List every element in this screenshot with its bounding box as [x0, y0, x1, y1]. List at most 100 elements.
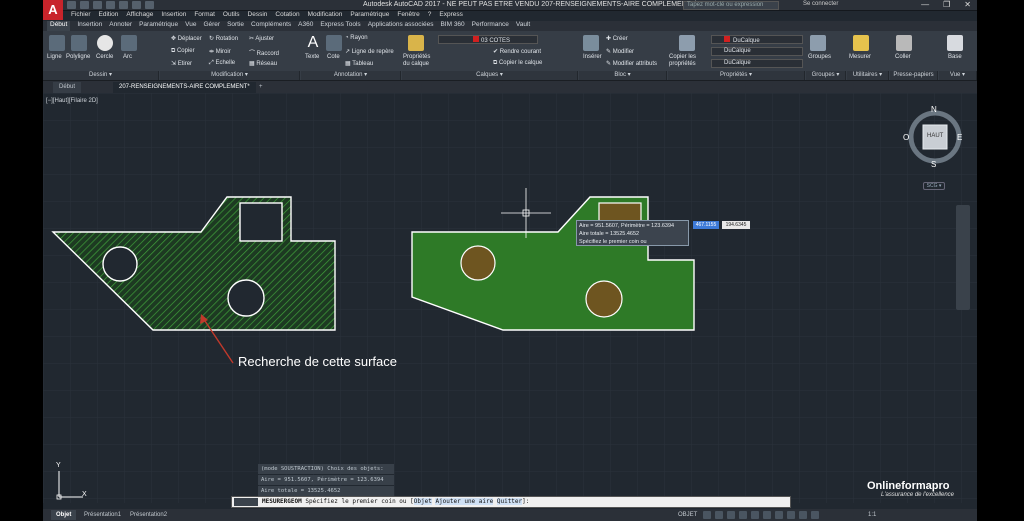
tab-start[interactable]: Début: [53, 82, 82, 93]
save-icon[interactable]: [93, 1, 102, 9]
saveas-icon[interactable]: [106, 1, 115, 9]
polyline-button[interactable]: Polyligne: [66, 54, 90, 60]
snap-toggle-icon[interactable]: [715, 511, 723, 519]
compass-west[interactable]: O: [903, 133, 909, 142]
copy-layer-button[interactable]: ⧉ Copier le calque: [493, 60, 542, 67]
tab-bim360[interactable]: BIM 360: [440, 21, 464, 31]
option-quitter[interactable]: Quitter: [496, 498, 523, 505]
match-properties-button[interactable]: Copier les propriétés: [669, 54, 705, 68]
menu-express[interactable]: Express: [439, 11, 462, 21]
quick-access-toolbar[interactable]: [67, 1, 154, 9]
arc-icon[interactable]: [121, 35, 137, 51]
tab-drawing[interactable]: 207-RENSEIGNEMENTS-AIRE COMPLEMENT*: [113, 82, 256, 93]
group-icon[interactable]: [810, 35, 826, 51]
tab-vue[interactable]: Vue: [185, 21, 196, 31]
dimension-icon[interactable]: [326, 35, 342, 51]
layer-properties-icon[interactable]: [408, 35, 424, 51]
insert-button[interactable]: Insérer: [583, 54, 602, 60]
circle-hole-large[interactable]: [227, 279, 265, 317]
trim-button[interactable]: ✂ Ajuster: [249, 35, 274, 42]
paste-icon[interactable]: [896, 35, 912, 51]
panel-proprietes-title[interactable]: Propriétés ▾: [668, 71, 805, 80]
base-button[interactable]: Base: [948, 54, 962, 60]
undo-icon[interactable]: [132, 1, 141, 9]
grid-toggle-icon[interactable]: [703, 511, 711, 519]
match-properties-icon[interactable]: [679, 35, 695, 51]
tab-insertion[interactable]: Insertion: [77, 21, 102, 31]
search-input[interactable]: Tapez mot-clé ou expression: [683, 1, 779, 10]
edit-block-button[interactable]: ✎ Modifier: [606, 48, 634, 55]
menu-aide[interactable]: ?: [428, 11, 432, 21]
tab-annoter[interactable]: Annoter: [109, 21, 132, 31]
menu-outils[interactable]: Outils: [223, 11, 240, 21]
menu-parametrique[interactable]: Paramétrique: [350, 11, 389, 21]
dimension-button[interactable]: Cote: [327, 54, 340, 60]
text-icon[interactable]: A: [305, 35, 321, 51]
panel-dessin-title[interactable]: Dessin ▾: [43, 71, 159, 80]
compass-north[interactable]: N: [931, 105, 937, 114]
panel-annotation-title[interactable]: Annotation ▾: [301, 71, 401, 80]
tab-applications[interactable]: Applications associées: [368, 21, 434, 31]
model-space-toggle[interactable]: OBJET: [673, 510, 702, 520]
menu-fichier[interactable]: Fichier: [71, 11, 91, 21]
lineweight-toggle-icon[interactable]: [775, 511, 783, 519]
tab-gerer[interactable]: Gérer: [203, 21, 220, 31]
transparency-toggle-icon[interactable]: [787, 511, 795, 519]
menu-affichage[interactable]: Affichage: [126, 11, 153, 21]
move-button[interactable]: ✥ Déplacer: [171, 35, 202, 42]
measure-button[interactable]: Mesurer: [849, 54, 871, 60]
compass-south[interactable]: S: [931, 160, 936, 169]
close-button[interactable]: ✕: [964, 0, 971, 9]
circle-button[interactable]: Cercle: [96, 54, 113, 60]
line-button[interactable]: Ligne: [47, 54, 62, 60]
tab-sortie[interactable]: Sortie: [227, 21, 244, 31]
sign-in-link[interactable]: Se connecter: [803, 1, 838, 7]
circle-hole-small[interactable]: [102, 246, 138, 282]
command-line-tools-icon[interactable]: [234, 498, 258, 506]
circle-icon[interactable]: [97, 35, 113, 51]
base-view-icon[interactable]: [947, 35, 963, 51]
tab-express-tools[interactable]: Express Tools: [320, 21, 360, 31]
otrack-toggle-icon[interactable]: [763, 511, 771, 519]
stretch-button[interactable]: ⇲ Etirer: [171, 60, 192, 67]
measure-icon[interactable]: [853, 35, 869, 51]
menu-modification[interactable]: Modification: [308, 11, 343, 21]
tab-performance[interactable]: Performance: [472, 21, 509, 31]
menu-dessin[interactable]: Dessin: [248, 11, 268, 21]
new-tab-button[interactable]: +: [253, 82, 269, 93]
create-block-button[interactable]: ✚ Créer: [606, 35, 628, 42]
viewport-controls[interactable]: [−][Haut][Filaire 2D]: [46, 98, 98, 104]
menu-insertion[interactable]: Insertion: [161, 11, 186, 21]
open-icon[interactable]: [80, 1, 89, 9]
panel-bloc-title[interactable]: Bloc ▾: [579, 71, 667, 80]
tab-a360[interactable]: A360: [298, 21, 313, 31]
paste-button[interactable]: Coller: [895, 54, 911, 60]
groups-button[interactable]: Groupes: [808, 54, 831, 60]
menu-fenetre[interactable]: Fenêtre: [397, 11, 419, 21]
option-ajouter-aire[interactable]: Ajouter une aire: [435, 498, 494, 505]
tab-layout2[interactable]: Présentation2: [125, 510, 172, 520]
minimize-button[interactable]: —: [921, 0, 929, 9]
rotate-button[interactable]: ↻ Rotation: [209, 35, 238, 42]
tab-vault[interactable]: Vault: [516, 21, 530, 31]
layer-dropdown[interactable]: 03 COTES: [438, 35, 538, 44]
command-line[interactable]: MESURERGEOM Spécifiez le premier coin ou…: [231, 496, 791, 508]
tab-debut[interactable]: Début: [47, 21, 71, 31]
leader-button[interactable]: ↗ Ligne de repère: [345, 48, 394, 55]
navigation-bar[interactable]: [956, 205, 970, 310]
print-icon[interactable]: [119, 1, 128, 9]
panel-vue-title[interactable]: Vue ▾: [939, 71, 977, 80]
table-button[interactable]: ▦ Tableau: [345, 60, 373, 67]
dynamic-input-y[interactable]: 194.6345: [722, 221, 750, 229]
polyline-icon[interactable]: [71, 35, 87, 51]
line-icon[interactable]: [49, 35, 65, 51]
panel-modification-title[interactable]: Modification ▾: [160, 71, 300, 80]
color-dropdown[interactable]: DuCalque: [711, 35, 803, 44]
dynamic-input-x[interactable]: 467.1155: [693, 221, 719, 229]
polar-toggle-icon[interactable]: [739, 511, 747, 519]
wcs-menu[interactable]: SCG ▾: [923, 182, 945, 190]
tab-parametrique[interactable]: Paramétrique: [139, 21, 178, 31]
make-current-button[interactable]: ✔ Rendre courant: [493, 48, 541, 55]
tab-complements[interactable]: Compléments: [251, 21, 291, 31]
panel-utilitaires-title[interactable]: Utilitaires ▾: [847, 71, 889, 80]
